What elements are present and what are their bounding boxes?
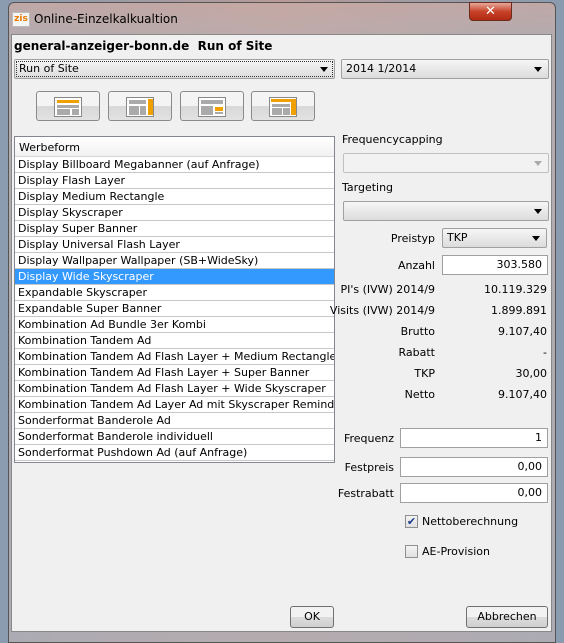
page-title: general-anzeiger-bonn.de Run of Site [14,39,273,53]
list-item[interactable]: Expandable Super Banner [15,301,334,317]
frequenz-input[interactable]: 1 [400,428,548,448]
stat-label: TKP [414,367,435,380]
list-item[interactable]: Kombination Tandem Ad Flash Layer + Medi… [15,349,334,365]
list-item[interactable]: Kombination Tandem Ad Flash Layer + Supe… [15,365,334,381]
anzahl-input[interactable]: 303.580 [442,255,548,275]
festpreis-input[interactable]: 0,00 [400,457,548,477]
stat-value: - [543,346,547,359]
cancel-button[interactable]: Abbrechen [466,606,548,628]
festrabatt-input[interactable]: 0,00 [400,483,548,503]
stat-value: 9.107,40 [498,325,547,338]
checkmark-icon: ✔ [406,515,417,528]
frequenz-label: Frequenz [343,432,394,445]
placement-select-value: Run of Site [19,62,79,75]
list-item[interactable]: Display Wallpaper Wallpaper (SB+WideSky) [15,253,334,269]
festpreis-label: Festpreis [344,461,394,474]
list-item[interactable]: Display Wide Skyscraper [15,269,334,285]
list-item[interactable]: Kombination Tandem Ad Flash Layer + Wide… [15,381,334,397]
stat-label: Netto [404,388,435,401]
list-item[interactable]: Kombination Ad Bundle 3er Kombi [15,317,334,333]
preistyp-select[interactable]: TKP [442,228,547,248]
list-item[interactable]: Sonderformat Banderole individuell [15,429,334,445]
chevron-down-icon [534,67,542,72]
list-item[interactable]: Expandable Skyscraper [15,285,334,301]
targeting-select[interactable] [343,201,549,221]
stat-label: PI's (IVW) 2014/9 [340,283,435,296]
ae-provision-checkbox[interactable] [405,545,418,558]
layout-billboard-icon [54,97,82,117]
stat-label: Visits (IVW) 2014/9 [329,304,435,317]
stat-value: 30,00 [515,367,548,380]
chevron-down-icon [532,236,540,241]
app-logo: zis [12,12,30,27]
chevron-down-icon [534,161,542,166]
werbeform-list[interactable]: Werbeform Display Billboard Megabanner (… [14,136,335,463]
close-button[interactable]: ✕ [469,2,512,21]
window-title: Online-Einzelkalkualtion [34,12,178,26]
festrabatt-label: Festrabatt [337,487,394,500]
frequencycapping-select[interactable] [343,153,549,173]
period-select[interactable]: 2014 1/2014 [341,59,549,79]
preistyp-value: TKP [447,231,468,244]
stat-label: Brutto [400,325,435,338]
list-item[interactable]: Display Billboard Megabanner (auf Anfrag… [15,157,334,173]
list-item[interactable]: Display Super Banner [15,221,334,237]
placement-select[interactable]: Run of Site [14,59,335,79]
list-item[interactable]: Display Flash Layer [15,173,334,189]
chevron-down-icon [320,67,328,72]
list-item[interactable]: Sonderformat Banderole Ad [15,413,334,429]
list-item[interactable]: Kombination Tandem Ad [15,333,334,349]
preistyp-label: Preistyp [390,232,435,245]
nettoberechnung-label: Nettoberechnung [422,515,519,528]
frequencycapping-label: Frequencycapping [342,133,443,146]
stat-label: Rabatt [398,346,436,359]
list-item[interactable]: Display Universal Flash Layer [15,237,334,253]
stat-value: 1.899.891 [491,304,547,317]
period-select-value: 2014 1/2014 [346,62,417,75]
ae-provision-label: AE-Provision [422,545,490,558]
close-icon: ✕ [485,4,496,19]
stat-value: 10.119.329 [484,283,547,296]
ok-button[interactable]: OK [290,606,334,628]
layout-billboard-button[interactable] [36,91,100,121]
chevron-down-icon [534,209,542,214]
layout-wallpaper-icon [269,97,297,117]
list-header: Werbeform [15,137,334,157]
list-item[interactable]: Display Medium Rectangle [15,189,334,205]
layout-skyscraper-button[interactable] [108,91,172,121]
list-item[interactable]: Kombination Tandem Ad Layer Ad mit Skysc… [15,397,334,413]
anzahl-label: Anzahl [397,259,435,272]
layout-medium-rectangle-icon [198,97,226,117]
layout-wallpaper-button[interactable] [251,91,315,121]
nettoberechnung-checkbox[interactable]: ✔ [405,515,418,528]
layout-medium-rectangle-button[interactable] [180,91,244,121]
layout-skyscraper-icon [126,97,154,117]
stat-value: 9.107,40 [498,388,547,401]
list-item[interactable]: Display Skyscraper [15,205,334,221]
list-item[interactable]: Sonderformat Pushdown Ad (auf Anfrage) [15,445,334,461]
targeting-label: Targeting [342,181,394,194]
